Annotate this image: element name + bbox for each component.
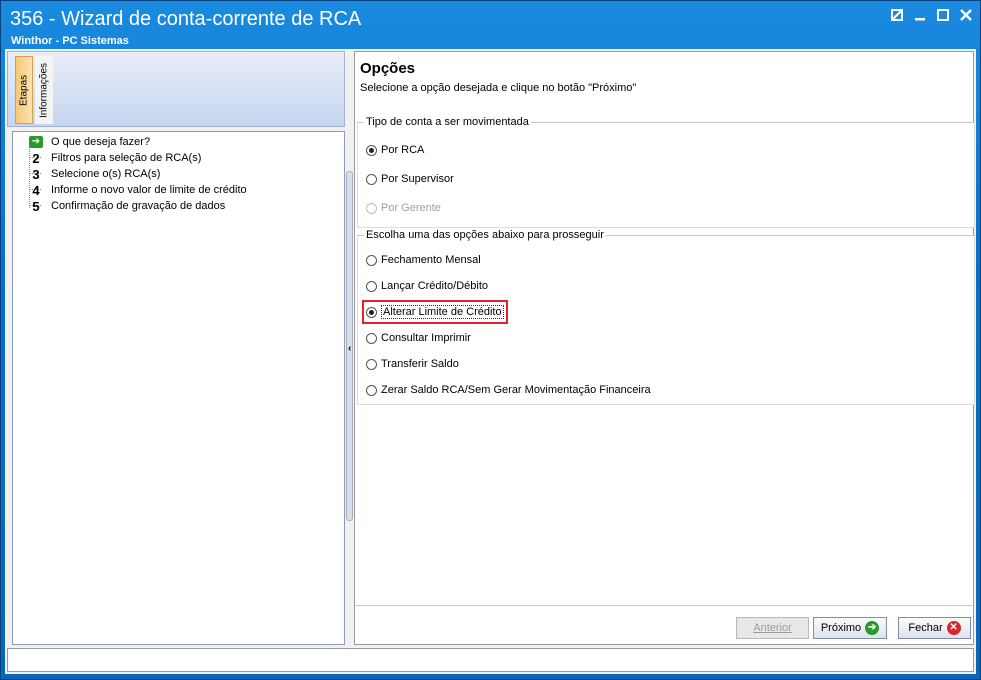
steps-panel: Etapas Informações ➔ O que deseja fazer?… [7,51,345,645]
radio-icon [366,306,377,318]
radio-zerar-saldo[interactable]: Zerar Saldo RCA/Sem Gerar Movimentação F… [366,382,651,398]
step-label: O que deseja fazer? [51,136,151,148]
arrow-right-icon: ➔ [29,136,43,148]
radio-alterar-limite-credito[interactable]: Alterar Limite de Crédito [362,300,508,324]
chevron-left-icon[interactable]: ‹ [348,343,351,354]
radio-label: Zerar Saldo RCA/Sem Gerar Movimentação F… [381,384,651,396]
tab-informacoes[interactable]: Informações [35,56,53,124]
group-label: Escolha uma das opções abaixo para pross… [364,229,606,241]
step-item[interactable]: 3 Selecione o(s) RCA(s) [17,166,160,182]
close-icon[interactable] [960,9,974,23]
next-button-label: Próximo [820,622,862,634]
radio-icon [366,173,377,185]
maximize-icon[interactable] [937,9,951,23]
step-label: Confirmação de gravação de dados [51,200,226,212]
steps-tree: ➔ O que deseja fazer? 2 Filtros para sel… [12,131,345,645]
operation-group: Escolha uma das opções abaixo para pross… [357,229,975,405]
step-item[interactable]: 5 Confirmação de gravação de dados [17,198,225,214]
radio-transferir-saldo[interactable]: Transferir Saldo [366,356,459,372]
window-subtitle: Winthor - PC Sistemas [11,35,129,47]
restore-icon[interactable] [891,9,905,23]
arrow-right-icon: ➔ [865,621,880,635]
window-title: 356 - Wizard de conta-corrente de RCA [10,8,362,30]
page-title: Opções [360,60,416,77]
options-panel: Opções Selecione a opção desejada e cliq… [354,51,975,645]
close-icon: ✕ [946,621,961,635]
step-item[interactable]: 2 Filtros para seleção de RCA(s) [17,150,201,166]
step-number: 4 [32,182,40,198]
radio-label: Lançar Crédito/Débito [381,280,489,292]
close-button-label: Fechar [908,622,943,634]
radio-fechamento-mensal[interactable]: Fechamento Mensal [366,252,481,268]
back-button[interactable]: Anterior [736,617,809,639]
radio-label: Alterar Limite de Crédito [381,305,504,319]
radio-por-supervisor[interactable]: Por Supervisor [366,171,454,187]
radio-label: Por Gerente [381,202,441,214]
radio-por-rca[interactable]: Por RCA [366,142,424,158]
next-button[interactable]: Próximo ➔ [813,617,887,639]
radio-label: Por RCA [381,144,425,156]
radio-label: Transferir Saldo [381,358,459,370]
client-area: Etapas Informações ➔ O que deseja fazer?… [5,49,976,674]
step-number: 5 [32,198,40,214]
step-item[interactable]: ➔ O que deseja fazer? [17,134,150,150]
back-button-label: Anterior [753,622,792,634]
step-label: Informe o novo valor de limite de crédit… [51,184,247,196]
group-label: Tipo de conta a ser movimentada [364,116,531,128]
radio-icon [366,254,377,266]
radio-icon [366,202,377,214]
tab-strip: Etapas Informações [7,51,345,127]
step-item[interactable]: 4 Informe o novo valor de limite de créd… [17,182,247,198]
radio-label: Fechamento Mensal [381,254,481,266]
radio-icon [366,332,377,344]
radio-lancar-credito-debito[interactable]: Lançar Crédito/Débito [366,278,488,294]
step-number: 3 [32,166,40,182]
radio-consultar-imprimir[interactable]: Consultar Imprimir [366,330,471,346]
step-label: Filtros para seleção de RCA(s) [51,152,202,164]
step-label: Selecione o(s) RCA(s) [51,168,161,180]
button-divider [355,605,973,606]
status-bar [7,648,974,672]
radio-icon [366,280,377,292]
page-subtitle: Selecione a opção desejada e clique no b… [360,82,637,94]
tab-etapas[interactable]: Etapas [15,56,33,124]
wizard-window: 356 - Wizard de conta-corrente de RCA Wi… [0,0,981,680]
radio-icon [366,144,377,156]
step-number: 2 [32,150,40,166]
close-button[interactable]: Fechar ✕ [898,617,971,639]
minimize-icon[interactable] [914,9,928,23]
title-bar[interactable]: 356 - Wizard de conta-corrente de RCA Wi… [1,1,980,49]
radio-por-gerente: Por Gerente [366,200,441,216]
radio-icon [366,358,377,370]
radio-label: Consultar Imprimir [381,332,471,344]
radio-label: Por Supervisor [381,173,454,185]
account-type-group: Tipo de conta a ser movimentada Por RCA … [357,116,975,228]
radio-icon [366,384,377,396]
